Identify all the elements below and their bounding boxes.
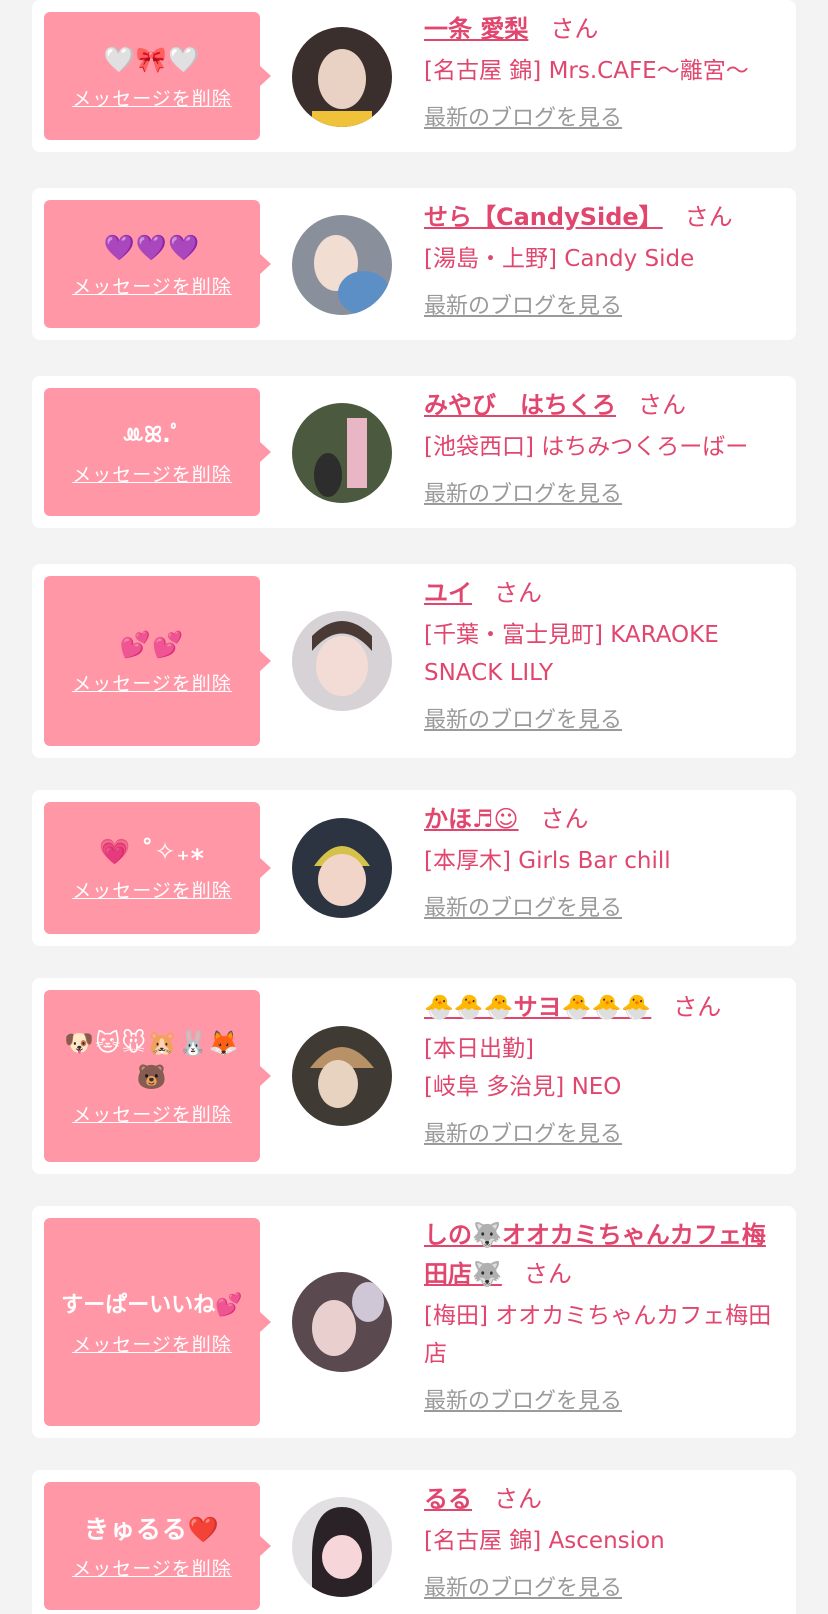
message-bubble: ꔛ‬︎ꕤ.ﾟ メッセージを削除 xyxy=(44,388,271,516)
message-card: きゅるる❤️ メッセージを削除 るる さん [名古屋 錦] Ascension 最… xyxy=(32,1470,796,1614)
shop-label: [本厚木] Girls Bar chill xyxy=(424,848,671,874)
message-text: 💜💜💜 xyxy=(103,232,201,262)
entry-info: るる さん [名古屋 錦] Ascension 最新のブログを見る xyxy=(424,1480,786,1608)
message-card: 💗 ˚✧₊⁎ メッセージを削除 かほ♬☺︎ さん [本厚木] Girls Bar … xyxy=(32,790,796,946)
delete-message-link[interactable]: メッセージを削除 xyxy=(72,1554,232,1581)
message-text: すーぱーいいね💕 xyxy=(61,1292,243,1318)
shop-label: [名古屋 錦] Ascension xyxy=(424,1528,665,1554)
message-card: 🤍🎀🤍 メッセージを削除 一条 愛梨 さん [名古屋 錦] Mrs.CAFE〜離宮… xyxy=(32,0,796,152)
latest-blog-link[interactable]: 最新のブログを見る xyxy=(424,288,622,326)
shop-label: [千葉・富士見町] KARAOKE SNACK LILY xyxy=(424,622,719,686)
latest-blog-link[interactable]: 最新のブログを見る xyxy=(424,890,622,928)
delete-message-link[interactable]: メッセージを削除 xyxy=(72,1100,232,1127)
message-text: 🐶🐱🐭🐹🐰🦊🐻 xyxy=(64,1028,240,1091)
message-text: きゅるる❤️ xyxy=(83,1514,221,1544)
honorific: さん xyxy=(523,1260,572,1288)
honorific: さん xyxy=(494,1485,542,1513)
message-list: 🤍🎀🤍 メッセージを削除 一条 愛梨 さん [名古屋 錦] Mrs.CAFE〜離宮… xyxy=(0,0,828,1614)
entry-info: みやび はちくろ さん [池袋西口] はちみつくろーばー 最新のブログを見る xyxy=(424,386,786,514)
girl-name-link[interactable]: ユイ xyxy=(424,579,472,607)
shop-label: [池袋西口] はちみつくろーばー xyxy=(424,434,749,460)
shop-label: [名古屋 錦] Mrs.CAFE〜離宮〜 xyxy=(424,58,749,84)
shop-label: [湯島・上野] Candy Side xyxy=(424,246,695,272)
message-text: 💕💕 xyxy=(119,629,185,659)
delete-message-link[interactable]: メッセージを削除 xyxy=(72,460,232,487)
latest-blog-link[interactable]: 最新のブログを見る xyxy=(424,1116,622,1154)
avatar[interactable] xyxy=(292,27,392,127)
entry-info: せら【CandySide】 さん [湯島・上野] Candy Side 最新のブロ… xyxy=(424,198,786,326)
honorific: さん xyxy=(540,805,589,833)
girl-name-link[interactable]: みやび はちくろ xyxy=(424,391,616,419)
message-card: すーぱーいいね💕 メッセージを削除 しの🐺オオカミちゃんカフェ梅田店🐺 さん [梅… xyxy=(32,1206,796,1438)
shop-label: [本日出勤] xyxy=(424,1036,534,1062)
delete-message-link[interactable]: メッセージを削除 xyxy=(72,876,232,903)
message-text: 💗 ˚✧₊⁎ xyxy=(99,836,205,866)
message-text: 🤍🎀🤍 xyxy=(103,44,201,74)
girl-name-link[interactable]: せら【CandySide】 xyxy=(424,203,663,231)
avatar[interactable] xyxy=(292,403,392,503)
message-bubble: 🐶🐱🐭🐹🐰🦊🐻 メッセージを削除 xyxy=(44,990,271,1162)
shop-label: [岐阜 多治見] NEO xyxy=(424,1074,622,1100)
message-bubble: 💗 ˚✧₊⁎ メッセージを削除 xyxy=(44,802,271,934)
latest-blog-link[interactable]: 最新のブログを見る xyxy=(424,100,622,138)
girl-name-link[interactable]: るる xyxy=(424,1485,472,1513)
latest-blog-link[interactable]: 最新のブログを見る xyxy=(424,1383,622,1421)
entry-info: 🐣🐣🐣サヨ🐣🐣🐣 さん [本日出勤] [岐阜 多治見] NEO 最新のブログを見る xyxy=(424,988,786,1154)
avatar[interactable] xyxy=(292,1497,392,1597)
girl-name-link[interactable]: 🐣🐣🐣サヨ🐣🐣🐣 xyxy=(424,993,651,1021)
shop-label: [梅田] オオカミちゃんカフェ梅田店 xyxy=(424,1303,772,1367)
honorific: さん xyxy=(684,203,733,231)
girl-name-link[interactable]: かほ♬☺︎ xyxy=(424,805,519,833)
message-bubble: 💕💕 メッセージを削除 xyxy=(44,576,271,746)
message-card: 💜💜💜 メッセージを削除 せら【CandySide】 さん [湯島・上野] Can… xyxy=(32,188,796,340)
honorific: さん xyxy=(638,391,686,419)
latest-blog-link[interactable]: 最新のブログを見る xyxy=(424,1570,622,1608)
message-bubble: きゅるる❤️ メッセージを削除 xyxy=(44,1482,271,1610)
avatar[interactable] xyxy=(292,818,392,918)
avatar[interactable] xyxy=(292,215,392,315)
latest-blog-link[interactable]: 最新のブログを見る xyxy=(424,702,622,740)
entry-info: ユイ さん [千葉・富士見町] KARAOKE SNACK LILY 最新のブログ… xyxy=(424,574,786,740)
message-bubble: 🤍🎀🤍 メッセージを削除 xyxy=(44,12,271,140)
latest-blog-link[interactable]: 最新のブログを見る xyxy=(424,476,622,514)
message-text: ꔛ‬︎ꕤ.ﾟ xyxy=(122,422,182,448)
girl-name-link[interactable]: 一条 愛梨 xyxy=(424,15,528,43)
girl-name-link[interactable]: しの🐺オオカミちゃんカフェ梅田店🐺 xyxy=(424,1221,766,1288)
avatar[interactable] xyxy=(292,611,392,711)
message-card: ꔛ‬︎ꕤ.ﾟ メッセージを削除 みやび はちくろ さん [池袋西口] はちみつくろ… xyxy=(32,376,796,528)
entry-info: 一条 愛梨 さん [名古屋 錦] Mrs.CAFE〜離宮〜 最新のブログを見る xyxy=(424,10,786,138)
message-bubble: 💜💜💜 メッセージを削除 xyxy=(44,200,271,328)
delete-message-link[interactable]: メッセージを削除 xyxy=(72,669,232,696)
entry-info: しの🐺オオカミちゃんカフェ梅田店🐺 さん [梅田] オオカミちゃんカフェ梅田店 最… xyxy=(424,1216,786,1421)
message-card: 💕💕 メッセージを削除 ユイ さん [千葉・富士見町] KARAOKE SNACK… xyxy=(32,564,796,758)
entry-info: かほ♬☺︎ さん [本厚木] Girls Bar chill 最新のブログを見る xyxy=(424,800,786,928)
delete-message-link[interactable]: メッセージを削除 xyxy=(72,1330,232,1357)
delete-message-link[interactable]: メッセージを削除 xyxy=(72,272,232,299)
delete-message-link[interactable]: メッセージを削除 xyxy=(72,84,232,111)
avatar[interactable] xyxy=(292,1026,392,1126)
message-bubble: すーぱーいいね💕 メッセージを削除 xyxy=(44,1218,271,1426)
avatar[interactable] xyxy=(292,1272,392,1372)
honorific: さん xyxy=(550,15,599,43)
honorific: さん xyxy=(673,993,722,1021)
message-card: 🐶🐱🐭🐹🐰🦊🐻 メッセージを削除 🐣🐣🐣サヨ🐣🐣🐣 さん [本日出勤] [岐阜 多… xyxy=(32,978,796,1174)
honorific: さん xyxy=(494,579,542,607)
